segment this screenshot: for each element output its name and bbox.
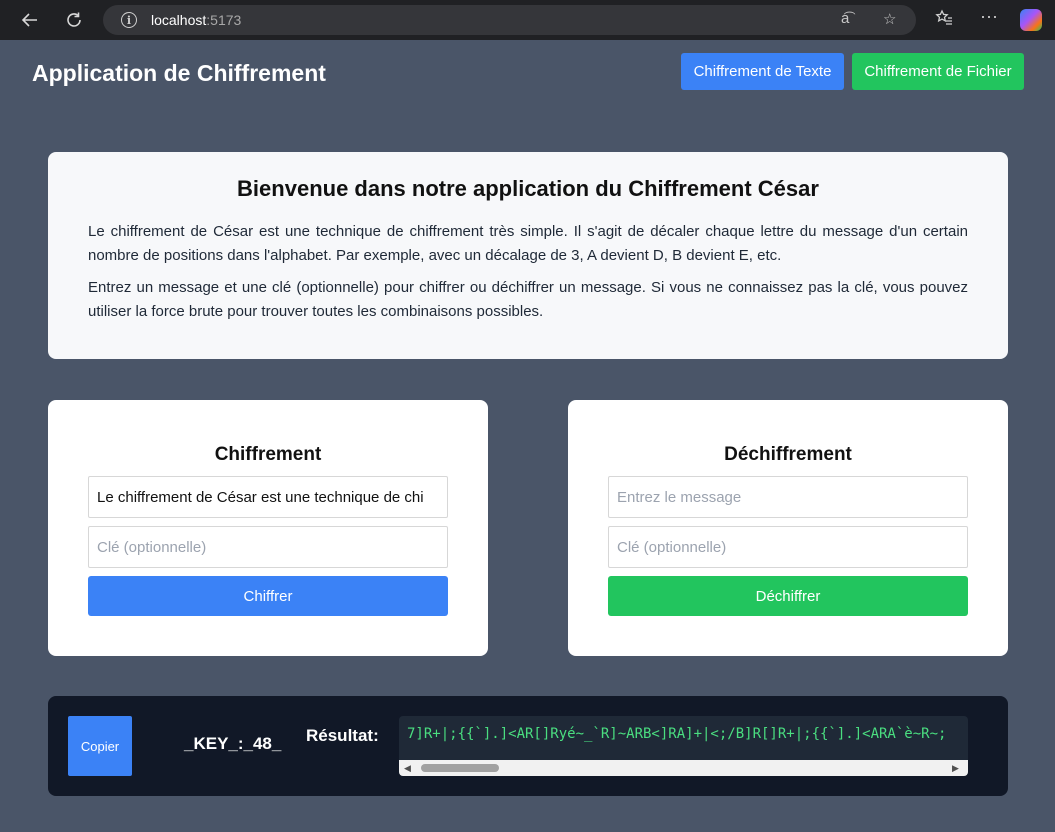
more-icon[interactable]: ··· [980,6,998,27]
favorites-icon[interactable] [935,9,953,32]
encrypt-button[interactable]: Chiffrer [88,576,448,616]
copy-button[interactable]: Copier [68,716,132,776]
welcome-title: Bienvenue dans notre application du Chif… [237,176,819,201]
url-text[interactable]: localhost:5173 [151,12,241,28]
read-aloud-icon[interactable]: a͡ [841,10,849,27]
favorite-star-icon[interactable]: ☆ [883,10,896,28]
result-panel: Copier _KEY_:_48_ Résultat: 7]R+|;{{`].]… [48,696,1008,796]
decrypt-message-input[interactable] [608,476,968,518]
encrypt-message-input[interactable] [88,476,448,518]
encrypt-card: Chiffrement Chiffrer [48,400,488,656]
result-label: Résultat: [306,726,379,745]
copilot-icon[interactable] [1020,9,1042,31]
encrypt-key-input[interactable] [88,526,448,568]
browser-toolbar: i localhost:5173 a͡ ☆ ··· [0,0,1055,40]
app-title: Application de Chiffrement [32,60,326,86]
decrypt-card: Déchiffrement Déchiffrer [568,400,1008,656]
site-info-icon[interactable]: i [121,12,137,28]
decrypt-button[interactable]: Déchiffrer [608,576,968,616]
encrypt-title: Chiffrement [214,444,322,465]
address-bar[interactable]: i localhost:5173 a͡ ☆ [103,5,916,35]
text-encryption-mode-button[interactable]: Chiffrement de Texte [681,53,844,90]
result-text[interactable]: 7]R+|;{{`].]<AR[]Ryé~_`R]~ARB<]RA]+|<;/B… [407,726,946,742]
welcome-card: Bienvenue dans notre application du Chif… [48,152,1008,359]
scrollbar-thumb[interactable] [421,764,499,772]
result-output[interactable]: 7]R+|;{{`].]<AR[]Ryé~_`R]~ARB<]RA]+|<;/B… [399,716,968,776]
back-arrow-icon[interactable] [18,8,42,32]
welcome-paragraph-2: Entrez un message et une clé (optionnell… [88,279,968,320]
horizontal-scrollbar[interactable]: ◀ ▶ [399,760,968,776]
file-encryption-mode-button[interactable]: Chiffrement de Fichier [852,53,1024,90]
reload-icon[interactable] [62,8,86,32]
decrypt-title: Déchiffrement [724,444,852,465]
key-indicator: _KEY_:_48_ [184,734,282,753]
decrypt-key-input[interactable] [608,526,968,568]
scroll-left-icon[interactable]: ◀ [404,763,411,774]
scroll-right-icon[interactable]: ▶ [952,763,959,774]
welcome-paragraph-1: Le chiffrement de César est une techniqu… [88,223,968,264]
